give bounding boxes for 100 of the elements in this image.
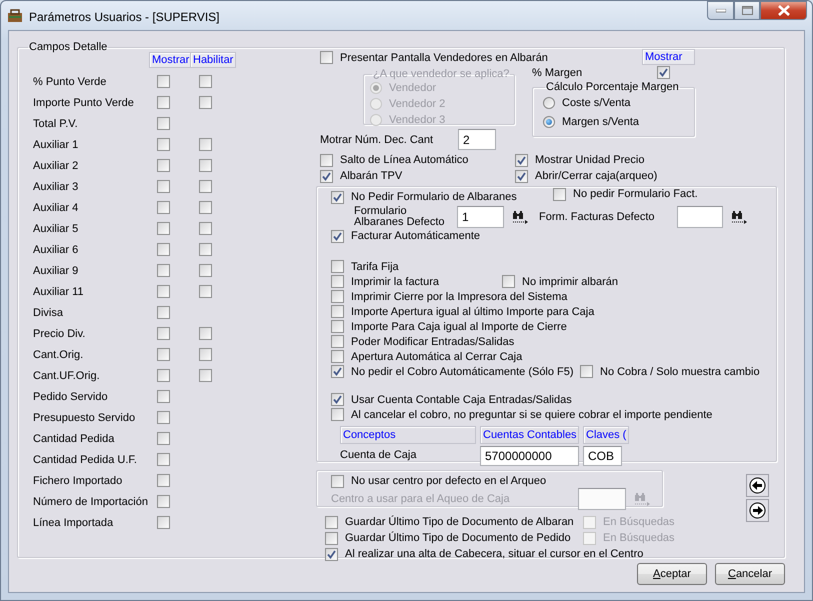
checkbox[interactable] — [331, 393, 344, 406]
checkbox-label: Salto de Línea Automático — [340, 154, 468, 166]
maximize-icon — [742, 6, 752, 15]
checkbox[interactable] — [331, 350, 344, 363]
field-label: Cantidad Pedida U.F. — [33, 454, 138, 466]
checkbox[interactable] — [331, 408, 344, 421]
checkbox[interactable] — [157, 138, 170, 151]
checkbox[interactable] — [157, 285, 170, 298]
radio-button[interactable] — [543, 116, 555, 128]
checkbox-label: Imprimir la factura — [351, 276, 440, 288]
radio-label: Margen s/Venta — [562, 116, 640, 128]
checkbox[interactable] — [157, 117, 170, 130]
checkbox[interactable] — [199, 75, 212, 88]
close-button[interactable] — [760, 1, 807, 20]
checkbox[interactable] — [199, 243, 212, 256]
checkbox[interactable] — [199, 96, 212, 109]
checkbox[interactable] — [199, 348, 212, 361]
checkbox[interactable] — [331, 335, 344, 348]
checkbox[interactable] — [553, 188, 566, 200]
checkbox[interactable] — [157, 516, 170, 529]
accept-button[interactable]: Aceptar — [637, 563, 707, 585]
checkbox[interactable] — [157, 348, 170, 361]
checkbox[interactable] — [331, 275, 344, 288]
checkbox[interactable] — [157, 243, 170, 256]
checkbox[interactable] — [320, 154, 333, 166]
checkbox-label: Importe Apertura igual al último Importe para Caja — [351, 306, 594, 318]
input-field[interactable]: COB — [583, 446, 622, 466]
checkbox[interactable] — [157, 369, 170, 382]
checkbox[interactable] — [157, 264, 170, 277]
checkbox[interactable] — [515, 154, 528, 166]
maximize-button[interactable] — [734, 1, 760, 20]
checkbox-label: No Cobra / Solo muestra cambio — [600, 366, 760, 378]
field-label: Fichero Importado — [33, 474, 124, 486]
next-button[interactable] — [746, 499, 769, 522]
checkbox[interactable] — [331, 290, 344, 303]
input-field[interactable]: 5700000000 — [480, 446, 579, 466]
input-field[interactable] — [677, 206, 723, 228]
group-title: Campos Detalle — [28, 41, 108, 53]
field-label: Auxiliar 3 — [33, 180, 80, 192]
checkbox[interactable] — [331, 230, 344, 242]
field-label: Auxiliar 2 — [33, 160, 80, 172]
checkbox[interactable] — [199, 285, 212, 298]
checkbox[interactable] — [157, 432, 170, 445]
checkbox[interactable] — [157, 159, 170, 172]
binoculars-icon[interactable] — [512, 210, 529, 224]
previous-button[interactable] — [746, 474, 769, 497]
checkbox[interactable] — [199, 180, 212, 193]
field-label: Número de Importación — [33, 496, 149, 508]
checkbox[interactable] — [157, 96, 170, 109]
input-field[interactable] — [578, 488, 626, 510]
field-label: Motrar Núm. Dec. Cant — [320, 134, 434, 146]
checkbox-label: En Búsquedas — [603, 516, 675, 528]
field-label: Form. Facturas Defecto — [539, 211, 656, 223]
checkbox[interactable] — [502, 275, 515, 288]
field-label: Auxiliar 5 — [33, 222, 80, 234]
checkbox[interactable] — [199, 138, 212, 151]
checkbox[interactable] — [325, 548, 338, 560]
checkbox[interactable] — [199, 369, 212, 382]
toolbox-icon — [7, 8, 23, 24]
checkbox[interactable] — [199, 201, 212, 214]
checkbox[interactable] — [199, 222, 212, 235]
checkbox[interactable] — [331, 305, 344, 318]
cancel-button[interactable]: Cancelar — [715, 563, 785, 585]
checkbox[interactable] — [320, 170, 333, 182]
checkbox[interactable] — [157, 306, 170, 319]
checkbox[interactable] — [157, 411, 170, 424]
checkbox[interactable] — [157, 327, 170, 340]
checkbox[interactable] — [157, 495, 170, 508]
checkbox[interactable] — [199, 159, 212, 172]
checkbox[interactable] — [657, 66, 670, 79]
checkbox[interactable] — [157, 390, 170, 403]
radio-label: Coste s/Venta — [562, 96, 630, 108]
checkbox[interactable] — [157, 180, 170, 193]
field-label: Total P.V. — [33, 118, 79, 130]
checkbox[interactable] — [199, 264, 212, 277]
checkbox[interactable] — [157, 474, 170, 487]
checkbox[interactable] — [157, 453, 170, 466]
checkbox[interactable] — [331, 260, 344, 273]
checkbox[interactable] — [331, 365, 344, 378]
column-header: Habilitar — [190, 52, 236, 68]
field-label: Cant.Orig. — [33, 348, 84, 360]
checkbox[interactable] — [157, 201, 170, 214]
checkbox[interactable] — [580, 365, 593, 378]
group-title: Cálculo Porcentaje Margen — [545, 81, 680, 93]
input-field[interactable]: 2 — [458, 129, 496, 150]
column-header: Claves ( — [583, 426, 629, 444]
checkbox[interactable] — [515, 170, 528, 182]
checkbox[interactable] — [157, 75, 170, 88]
window-title: Parámetros Usuarios - [SUPERVIS] — [29, 8, 221, 24]
checkbox[interactable] — [331, 320, 344, 333]
input-field[interactable]: 1 — [457, 206, 504, 228]
checkbox[interactable] — [331, 190, 344, 204]
minimize-button[interactable] — [707, 1, 734, 20]
checkbox[interactable] — [325, 516, 338, 528]
checkbox[interactable] — [325, 532, 338, 544]
binoculars-icon[interactable] — [731, 210, 748, 224]
checkbox[interactable] — [157, 222, 170, 235]
radio-button[interactable] — [543, 96, 555, 108]
checkbox[interactable] — [199, 327, 212, 340]
radio-label: Vendedor — [389, 82, 436, 94]
